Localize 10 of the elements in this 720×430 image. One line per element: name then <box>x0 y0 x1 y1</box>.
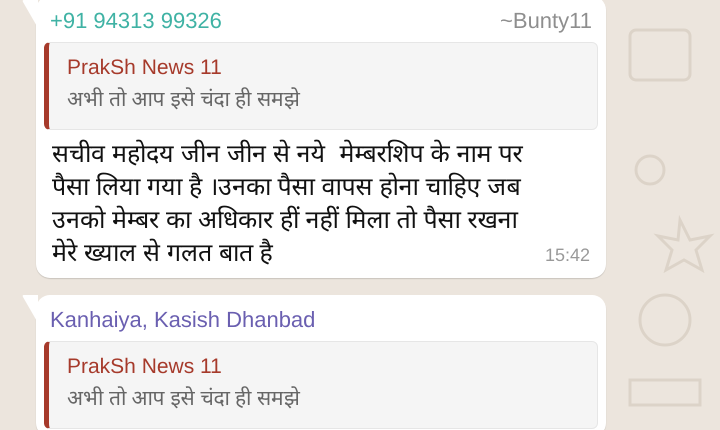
quoted-message[interactable]: PrakSh News 11 अभी तो आप इसे चंदा ही समझे <box>44 341 598 429</box>
quote-author: PrakSh News 11 <box>67 354 223 380</box>
quoted-message[interactable]: PrakSh News 11 अभी तो आप इसे चंदा ही समझे <box>44 42 598 130</box>
sender-name[interactable]: Kanhaiya, Kasish Dhanbad <box>50 305 316 335</box>
quote-text: अभी तो आप इसे चंदा ही समझे <box>67 385 302 412</box>
message-time: 15:42 <box>544 244 590 266</box>
push-name: ~Bunty11 <box>500 7 592 35</box>
quote-text: अभी तो आप इसे चंदा ही समझे <box>67 86 302 113</box>
message-text: सचीव महोदय जीन जीन से नये मेम्बरशिप के नाम पर पैसा लिया गया है ।उनका पैसा वापस होना चाहिए जब उनको मेम्बर का अधिकार हीं नहीं मिला तो पैसा रखना मेरे ख्याल से गलत बात है <box>52 138 524 269</box>
quote-author: PrakSh News 11 <box>67 55 223 81</box>
